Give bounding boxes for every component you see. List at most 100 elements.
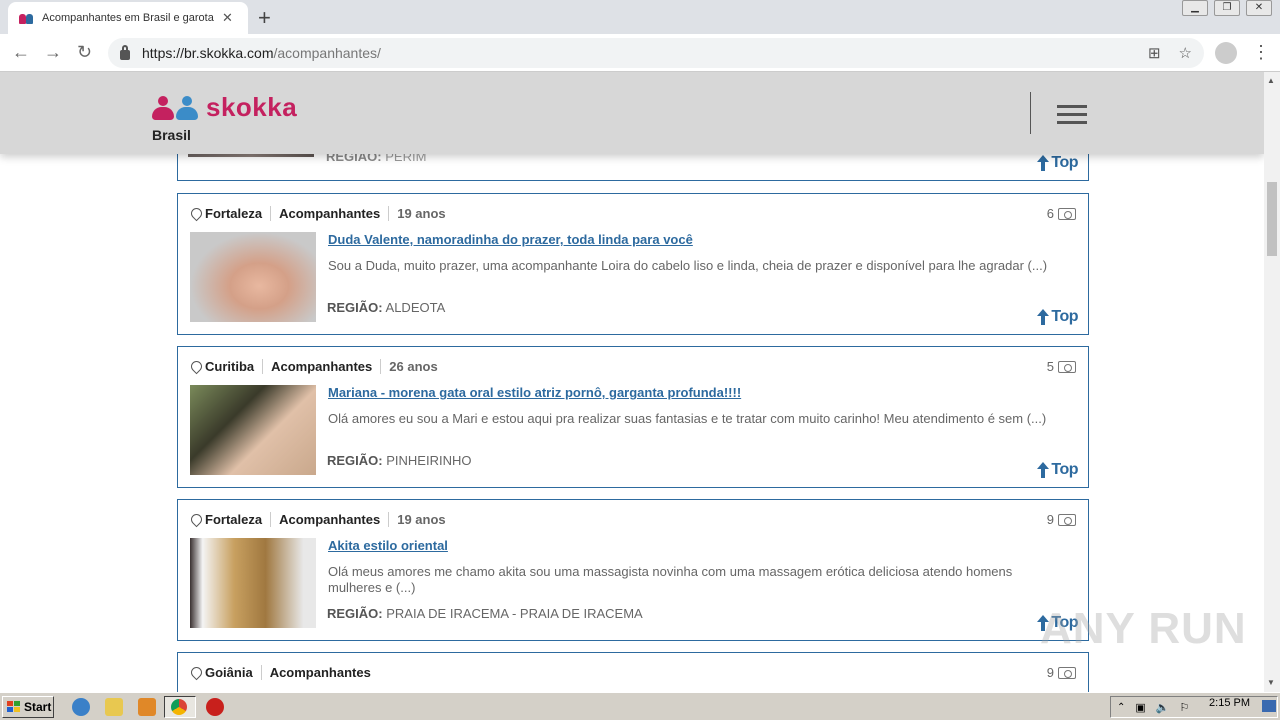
browser-toolbar: ← → ↻ https://br.skokka.com/acompanhante… bbox=[0, 34, 1280, 72]
listing-photo[interactable] bbox=[190, 385, 316, 475]
top-badge: Top bbox=[1036, 308, 1078, 326]
bookmark-star-icon[interactable]: ☆ bbox=[1179, 44, 1192, 62]
top-arrow-icon bbox=[1036, 309, 1050, 325]
listing-meta: Fortaleza Acompanhantes 19 anos bbox=[190, 512, 446, 527]
address-bar[interactable]: https://br.skokka.com/acompanhantes/ ⊞ ☆ bbox=[108, 38, 1204, 68]
new-tab-button[interactable]: + bbox=[258, 5, 271, 31]
listing-title-link[interactable]: Mariana - morena gata oral estilo atriz … bbox=[328, 385, 741, 400]
logo-female-icon bbox=[152, 95, 174, 120]
minimize-button[interactable]: ▁ bbox=[1182, 0, 1208, 16]
listing-age: 26 anos bbox=[389, 359, 438, 374]
photo-count: 5 bbox=[1047, 359, 1076, 374]
window-controls: ▁ ❐ ✕ bbox=[1182, 0, 1272, 16]
media-player-icon[interactable] bbox=[138, 698, 156, 716]
show-desktop-icon[interactable] bbox=[1262, 700, 1276, 712]
listing-region: REGIÃO: ALDEOTA bbox=[327, 300, 446, 315]
listing-title-link[interactable]: Akita estilo oriental bbox=[328, 538, 448, 553]
listing-category[interactable]: Acompanhantes bbox=[279, 206, 390, 221]
site-header: skokka Brasil bbox=[0, 72, 1264, 154]
chrome-task-button[interactable] bbox=[164, 696, 196, 718]
network-icon[interactable]: ▣ bbox=[1135, 701, 1145, 714]
page-scrollbar[interactable]: ▲ ▼ bbox=[1264, 72, 1280, 692]
back-arrow-icon[interactable]: ← bbox=[12, 42, 30, 63]
camera-icon bbox=[1058, 513, 1076, 526]
scroll-up-arrow-icon[interactable]: ▲ bbox=[1267, 76, 1275, 85]
page-viewport: skokka Brasil Top REGIÃO: PERIM Fortalez… bbox=[0, 72, 1264, 692]
listing-city[interactable]: Goiânia bbox=[205, 665, 262, 680]
profile-avatar[interactable] bbox=[1215, 42, 1237, 64]
logo-country: Brasil bbox=[152, 127, 191, 143]
site-logo[interactable]: skokka bbox=[152, 92, 297, 123]
listing-photo[interactable] bbox=[190, 232, 316, 322]
stop-icon[interactable] bbox=[206, 698, 224, 716]
volume-icon[interactable]: 🔈 bbox=[1156, 701, 1170, 714]
listing-category[interactable]: Acompanhantes bbox=[271, 359, 382, 374]
location-pin-icon bbox=[190, 666, 201, 680]
location-pin-icon bbox=[190, 360, 201, 374]
browser-menu-icon[interactable]: ⋮ bbox=[1252, 42, 1270, 63]
scroll-down-arrow-icon[interactable]: ▼ bbox=[1267, 678, 1275, 687]
system-tray: ⌃ ▣ 🔈 ⚐ bbox=[1110, 696, 1278, 718]
listing-age: 19 anos bbox=[397, 512, 446, 527]
flag-icon[interactable]: ⚐ bbox=[1180, 701, 1190, 714]
url-text: https://br.skokka.com/acompanhantes/ bbox=[142, 45, 381, 61]
reload-icon[interactable]: ↻ bbox=[77, 42, 92, 63]
top-badge: Top bbox=[1036, 461, 1078, 479]
listing-category[interactable]: Acompanhantes bbox=[270, 665, 371, 680]
taskbar-clock[interactable]: 2:15 PM bbox=[1209, 697, 1250, 709]
listing-city[interactable]: Curitiba bbox=[205, 359, 264, 374]
listing-meta: Goiânia Acompanhantes bbox=[190, 665, 371, 680]
location-pin-icon bbox=[190, 513, 201, 527]
hamburger-menu-icon[interactable] bbox=[1057, 105, 1087, 129]
logo-male-icon bbox=[176, 95, 198, 120]
listing-region: REGIÃO: PRAIA DE IRACEMA - PRAIA DE IRAC… bbox=[327, 606, 643, 621]
listing-card[interactable]: Goiânia Acompanhantes 9 bbox=[177, 652, 1089, 692]
logo-text: skokka bbox=[206, 92, 298, 122]
listing-category[interactable]: Acompanhantes bbox=[279, 512, 390, 527]
listing-photo[interactable] bbox=[190, 538, 316, 628]
tray-expand-icon[interactable]: ⌃ bbox=[1117, 702, 1125, 713]
start-button[interactable]: Start bbox=[2, 696, 54, 718]
close-window-button[interactable]: ✕ bbox=[1246, 0, 1272, 16]
lock-icon bbox=[120, 45, 130, 60]
tab-title: Acompanhantes em Brasil e garotas bbox=[42, 12, 214, 24]
photo-count: 9 bbox=[1047, 512, 1076, 527]
anyrun-watermark: ANY RUN bbox=[1040, 604, 1247, 653]
chrome-icon bbox=[171, 699, 187, 715]
listing-card[interactable]: Fortaleza Acompanhantes 19 anos 9 Akita … bbox=[177, 499, 1089, 641]
camera-icon bbox=[1058, 666, 1076, 679]
photo-count: 6 bbox=[1047, 206, 1076, 221]
camera-icon bbox=[1058, 207, 1076, 220]
top-badge: Top bbox=[1036, 154, 1078, 172]
listing-description: Sou a Duda, muito prazer, uma acompanhan… bbox=[328, 258, 1048, 273]
folder-icon[interactable] bbox=[105, 698, 123, 716]
browser-tab-bar: Acompanhantes em Brasil e garotas ✕ + ▁ … bbox=[0, 0, 1280, 34]
top-arrow-icon bbox=[1036, 462, 1050, 478]
listing-description: Olá amores eu sou a Mari e estou aqui pr… bbox=[328, 411, 1047, 426]
forward-arrow-icon[interactable]: → bbox=[44, 42, 62, 63]
listing-title-link[interactable]: Duda Valente, namoradinha do prazer, tod… bbox=[328, 232, 693, 247]
location-pin-icon bbox=[190, 207, 201, 221]
listing-region: REGIÃO: PINHEIRINHO bbox=[327, 453, 472, 468]
listing-meta: Fortaleza Acompanhantes 19 anos bbox=[190, 206, 446, 221]
listing-city[interactable]: Fortaleza bbox=[205, 512, 272, 527]
windows-taskbar: Start ⌃ ▣ 🔈 ⚐ 2:15 PM bbox=[0, 692, 1280, 720]
windows-logo-icon bbox=[7, 701, 21, 713]
listing-city[interactable]: Fortaleza bbox=[205, 206, 272, 221]
listing-description: Olá meus amores me chamo akita sou uma m… bbox=[328, 564, 1013, 595]
scroll-thumb[interactable] bbox=[1267, 182, 1277, 256]
camera-icon bbox=[1058, 360, 1076, 373]
site-favicon-icon bbox=[18, 10, 34, 26]
listing-card[interactable]: Fortaleza Acompanhantes 19 anos 6 Duda V… bbox=[177, 193, 1089, 335]
listing-card[interactable]: Curitiba Acompanhantes 26 anos 5 Mariana… bbox=[177, 346, 1089, 488]
internet-explorer-icon[interactable] bbox=[72, 698, 90, 716]
restore-button[interactable]: ❐ bbox=[1214, 0, 1240, 16]
listing-meta: Curitiba Acompanhantes 26 anos bbox=[190, 359, 438, 374]
listing-age: 19 anos bbox=[397, 206, 446, 221]
top-arrow-icon bbox=[1036, 155, 1050, 171]
browser-tab[interactable]: Acompanhantes em Brasil e garotas ✕ bbox=[8, 2, 248, 34]
photo-count: 9 bbox=[1047, 665, 1076, 680]
tab-close-icon[interactable]: ✕ bbox=[222, 10, 233, 26]
header-divider bbox=[1030, 92, 1031, 134]
translate-icon[interactable]: ⊞ bbox=[1148, 44, 1161, 62]
